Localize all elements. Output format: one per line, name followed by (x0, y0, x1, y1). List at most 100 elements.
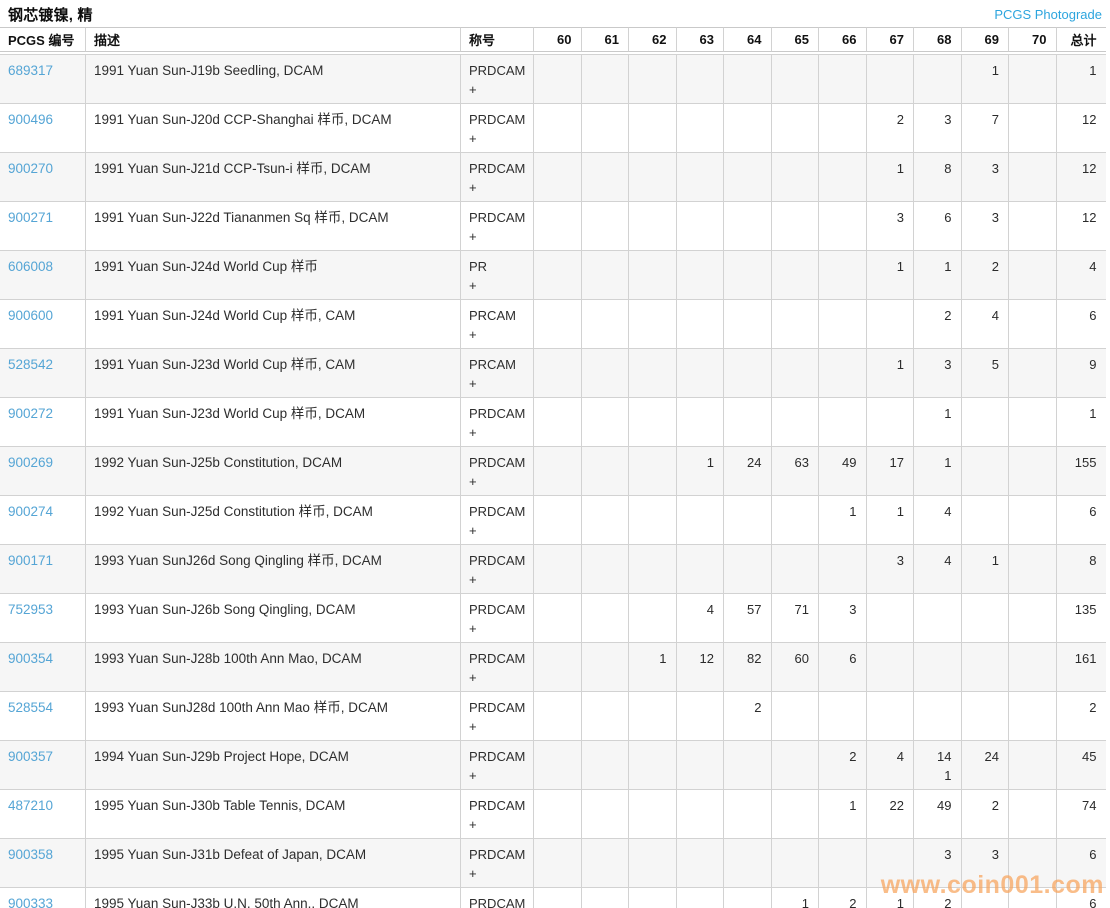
total-cell: 8 (1056, 545, 1106, 594)
grade-67-cell: 3 (866, 545, 914, 594)
coin-description: 1993 Yuan SunJ28d 100th Ann Mao 样币, DCAM (85, 692, 460, 741)
designation-label: PRDCAM (469, 159, 524, 178)
pcgs-number-cell: 900270 (0, 153, 85, 202)
grade-65-cell (771, 545, 819, 594)
grade-60-cell (533, 300, 581, 349)
grade-62-cell (628, 251, 676, 300)
grade-64-cell: 82 (723, 643, 771, 692)
pcgs-number-link[interactable]: 900357 (8, 749, 53, 764)
total-cell: 6 (1056, 839, 1106, 888)
pcgs-number-link[interactable]: 606008 (8, 259, 53, 274)
pcgs-number-link[interactable]: 900269 (8, 455, 53, 470)
pcgs-number-link[interactable]: 900600 (8, 308, 53, 323)
grade-70-cell (1008, 104, 1056, 153)
grade-63-cell: 12 (676, 643, 724, 692)
grade-70-cell (1008, 888, 1056, 908)
grade-63-cell (676, 153, 724, 202)
grade-69-cell: 1 (961, 54, 1009, 104)
pcgs-number-link[interactable]: 487210 (8, 798, 53, 813)
pcgs-number-link[interactable]: 900354 (8, 651, 53, 666)
pcgs-number-cell: 689317 (0, 54, 85, 104)
total-cell: 12 (1056, 104, 1106, 153)
grade-69-cell (961, 496, 1009, 545)
table-row: 9004961991 Yuan Sun-J20d CCP-Shanghai 样币… (0, 104, 1106, 153)
grade-62-cell (628, 790, 676, 839)
grade-63-cell (676, 790, 724, 839)
grade-68-cell: 3 (913, 104, 961, 153)
total-cell: 4 (1056, 251, 1106, 300)
grade-67-cell: 2 (866, 104, 914, 153)
grade-66-cell (818, 349, 866, 398)
pcgs-number-link[interactable]: 689317 (8, 63, 53, 78)
grade-68-cell: 6 (913, 202, 961, 251)
grade-69-cell: 7 (961, 104, 1009, 153)
grade-61-cell (581, 839, 629, 888)
pcgs-number-cell: 528542 (0, 349, 85, 398)
grade-70-cell (1008, 251, 1056, 300)
grade-60-cell (533, 447, 581, 496)
table-row: 9003541993 Yuan Sun-J28b 100th Ann Mao, … (0, 643, 1106, 692)
page-title: 钢芯镀镍, 精 (8, 4, 93, 25)
grade-65-cell (771, 251, 819, 300)
total-cell: 135 (1056, 594, 1106, 643)
designation-cell: PRDCAM+ (460, 54, 533, 104)
grade-66-cell (818, 839, 866, 888)
grade-70-cell (1008, 545, 1056, 594)
grade-66-cell (818, 202, 866, 251)
pcgs-number-cell: 900269 (0, 447, 85, 496)
designation-label: PRDCAM (469, 796, 524, 815)
pcgs-number-link[interactable]: 528554 (8, 700, 53, 715)
grade-63-cell (676, 496, 724, 545)
grade-67-cell: 1 (866, 251, 914, 300)
grade-65-cell (771, 398, 819, 447)
grade-69-cell: 1 (961, 545, 1009, 594)
designation-cell: PRDCAM+ (460, 104, 533, 153)
pcgs-number-cell: 900272 (0, 398, 85, 447)
grade-63-cell (676, 839, 724, 888)
designation-plus-label: + (469, 423, 524, 442)
table-row: 5285421991 Yuan Sun-J23d World Cup 样币, C… (0, 349, 1106, 398)
pcgs-number-link[interactable]: 900272 (8, 406, 53, 421)
pcgs-number-link[interactable]: 900358 (8, 847, 53, 862)
pcgs-number-link[interactable]: 752953 (8, 602, 53, 617)
designation-label: PRDCAM (469, 747, 524, 766)
grade-61-cell (581, 692, 629, 741)
grade-65-cell: 1 (771, 888, 819, 908)
pcgs-number-link[interactable]: 900271 (8, 210, 53, 225)
grade-70-cell (1008, 741, 1056, 790)
pcgs-number-link[interactable]: 900171 (8, 553, 53, 568)
designation-cell: PRDCAM+ (460, 643, 533, 692)
pcgs-number-link[interactable]: 900270 (8, 161, 53, 176)
pcgs-number-link[interactable]: 900333 (8, 896, 53, 908)
designation-label: PRDCAM (469, 551, 524, 570)
designation-plus-label: + (469, 766, 524, 785)
table-row: 9002721991 Yuan Sun-J23d World Cup 样币, D… (0, 398, 1106, 447)
grade-68-cell: 4 (913, 496, 961, 545)
grade-64-cell (723, 888, 771, 908)
designation-cell: PRDCAM+ (460, 398, 533, 447)
designation-cell: PRDCAM+ (460, 202, 533, 251)
pcgs-number-link[interactable]: 528542 (8, 357, 53, 372)
grade-66-cell: 6 (818, 643, 866, 692)
pcgs-number-link[interactable]: 900274 (8, 504, 53, 519)
grade-64-cell: 2 (723, 692, 771, 741)
pcgs-number-link[interactable]: 900496 (8, 112, 53, 127)
table-row: 9003331995 Yuan Sun-J33b U.N. 50th Ann.,… (0, 888, 1106, 908)
grade-69-cell: 2 (961, 251, 1009, 300)
designation-plus-label: + (469, 815, 524, 834)
grade-62-cell (628, 888, 676, 908)
grade-64-cell (723, 153, 771, 202)
table-row: 9001711993 Yuan SunJ26d Song Qingling 样币… (0, 545, 1106, 594)
grade-62-cell (628, 496, 676, 545)
grade-67-cell: 1 (866, 888, 914, 908)
grade-67-cell (866, 300, 914, 349)
coin-description: 1991 Yuan Sun-J24d World Cup 样币 (85, 251, 460, 300)
table-row: 7529531993 Yuan Sun-J26b Song Qingling, … (0, 594, 1106, 643)
header-grade-66: 66 (818, 27, 866, 52)
grade-63-cell (676, 545, 724, 594)
pcgs-number-cell: 900274 (0, 496, 85, 545)
pcgs-number-cell: 900600 (0, 300, 85, 349)
total-cell: 74 (1056, 790, 1106, 839)
pcgs-photograde-link[interactable]: PCGS Photograde (994, 7, 1102, 22)
grade-68-cell: 1 (913, 398, 961, 447)
